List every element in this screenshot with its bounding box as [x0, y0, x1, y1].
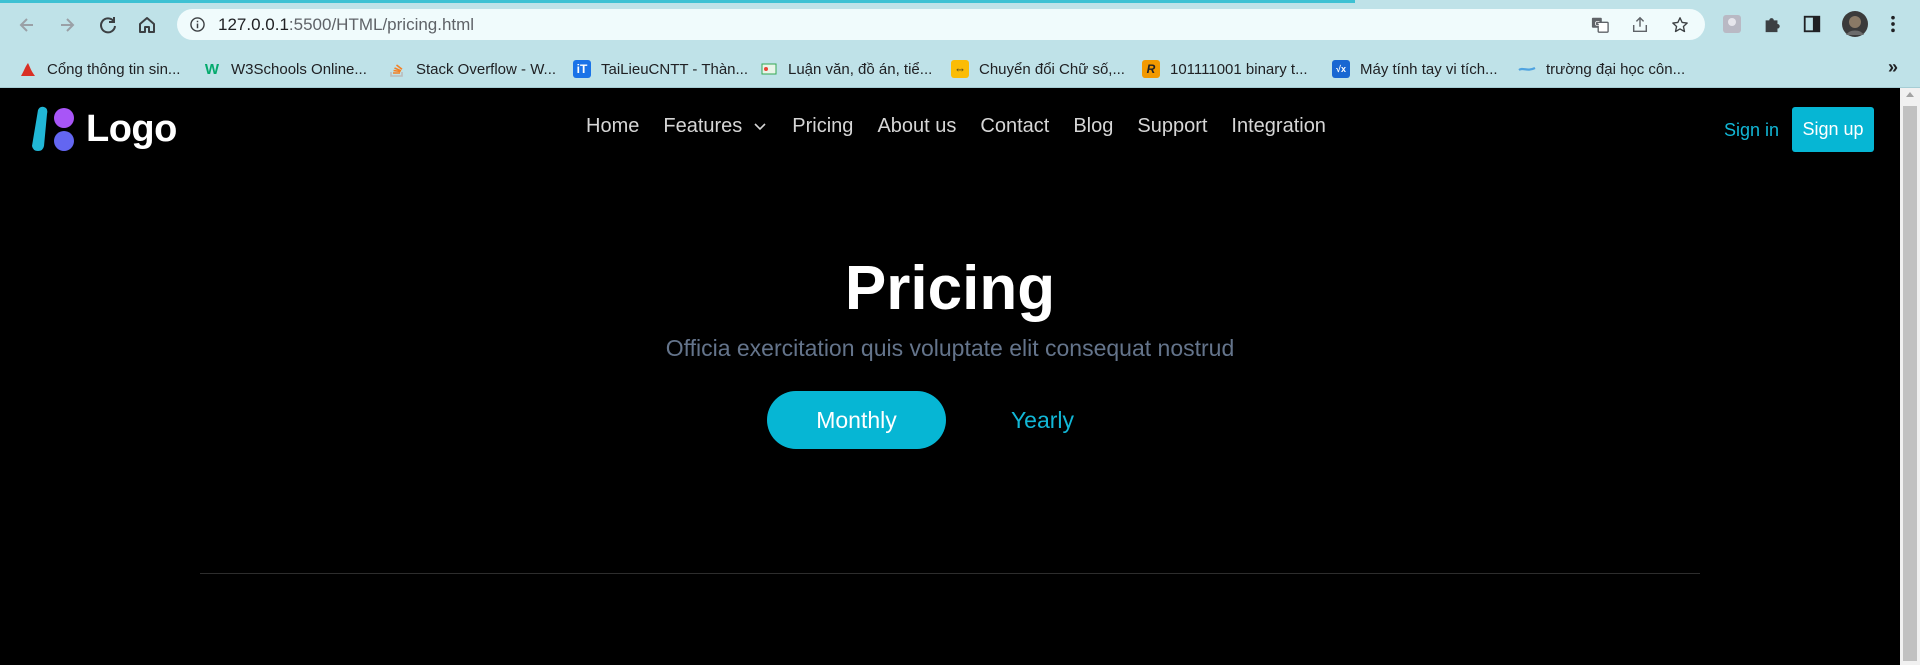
nav-home[interactable]: Home — [586, 115, 639, 138]
kebab-menu-icon — [1891, 15, 1895, 33]
scroll-up-arrow-icon[interactable] — [1906, 92, 1914, 97]
monthly-toggle-button[interactable]: Monthly — [767, 391, 946, 449]
page-scrollbar[interactable] — [1900, 88, 1920, 665]
logo-mark-icon — [32, 106, 74, 151]
url-text[interactable]: 127.0.0.1:5500/HTML/pricing.html — [218, 15, 474, 35]
sign-up-button[interactable]: Sign up — [1792, 107, 1874, 152]
bookmark-label: Stack Overflow - W... — [416, 60, 557, 78]
stackoverflow-icon — [388, 60, 406, 78]
yearly-toggle-button[interactable]: Yearly — [965, 391, 1120, 449]
url-host: 127.0.0.1 — [218, 15, 289, 34]
share-icon — [1632, 16, 1648, 33]
page-title: Pricing — [844, 254, 1056, 323]
nav-features-label: Features — [663, 114, 743, 137]
back-button[interactable] — [14, 12, 40, 38]
bookmark-item[interactable]: √x Máy tính tay vi tích... — [1332, 59, 1498, 79]
w3schools-icon: W — [204, 60, 220, 78]
bookmark-star-button[interactable] — [1670, 15, 1690, 35]
bookmark-item[interactable]: iT TaiLieuCNTT - Thàn... — [573, 59, 748, 79]
bookmark-item[interactable]: Cổng thông tin sin... — [19, 59, 180, 79]
nav-integration[interactable]: Integration — [1231, 115, 1326, 138]
page-subtitle: Officia exercitation quis voluptate elit… — [665, 335, 1235, 361]
star-icon — [1672, 17, 1688, 33]
share-button[interactable] — [1630, 15, 1650, 35]
puzzle-icon — [1765, 18, 1780, 33]
bookmark-label: TaiLieuCNTT - Thàn... — [601, 60, 749, 78]
calculator-icon: √x — [1332, 60, 1350, 78]
nav-about-us[interactable]: About us — [877, 115, 956, 138]
bookmark-label: Chuyển đổi Chữ số,... — [979, 60, 1125, 78]
bookmark-label: 101111001 binary t... — [1170, 60, 1308, 78]
bookmark-label: Luận văn, đồ án, tiể... — [788, 60, 933, 78]
side-panel-icon — [1803, 15, 1821, 33]
document-icon — [760, 60, 778, 78]
bookmark-item[interactable]: Stack Overflow - W... — [388, 59, 556, 79]
bookmark-item[interactable]: R 101111001 binary t... — [1142, 59, 1308, 79]
reload-button[interactable] — [95, 12, 121, 38]
bookmark-label: Máy tính tay vi tích... — [1360, 60, 1498, 78]
side-panel-button[interactable] — [1801, 13, 1823, 35]
bookmark-label: W3Schools Online... — [231, 60, 367, 78]
scrollbar-thumb[interactable] — [1903, 106, 1917, 661]
extension-profile-button[interactable] — [1721, 13, 1743, 35]
bookmark-item[interactable]: ⇔ Chuyển đổi Chữ số,... — [951, 59, 1125, 79]
avatar-icon — [1842, 11, 1868, 37]
extension-avatar-icon — [1723, 15, 1741, 33]
bookmark-item[interactable]: trường đại học côn... — [1518, 59, 1685, 79]
translate-button[interactable]: G — [1590, 15, 1610, 35]
bookmark-item[interactable]: Luận văn, đồ án, tiể... — [760, 59, 932, 79]
profile-avatar[interactable] — [1842, 11, 1868, 37]
rapidtables-icon: R — [1142, 60, 1160, 78]
home-icon — [139, 17, 155, 33]
main-navigation: Home Features Pricing About us Contact B… — [586, 112, 1350, 140]
nav-support[interactable]: Support — [1137, 115, 1207, 138]
chevron-down-icon — [754, 123, 766, 131]
bookmark-label: trường đại học côn... — [1546, 60, 1686, 78]
converter-icon: ⇔ — [951, 60, 969, 78]
site-logo[interactable]: Logo — [30, 104, 177, 154]
link-icon — [1518, 60, 1536, 78]
tab-loading-bar — [0, 0, 1355, 3]
section-divider — [200, 573, 1700, 574]
reload-icon — [100, 17, 116, 34]
bookmarks-bar: Cổng thông tin sin... W W3Schools Online.… — [0, 49, 1920, 88]
arrow-left-icon — [19, 18, 33, 32]
extensions-button[interactable] — [1761, 13, 1783, 35]
logo-text: Logo — [86, 107, 177, 150]
svg-text:G: G — [1595, 19, 1601, 28]
nav-contact[interactable]: Contact — [980, 115, 1049, 138]
url-path: :5500/HTML/pricing.html — [288, 15, 475, 34]
nav-pricing[interactable]: Pricing — [792, 115, 853, 138]
more-bookmarks-button[interactable]: » — [1888, 57, 1898, 78]
bookmark-label: Cổng thông tin sin... — [47, 60, 181, 78]
forward-button[interactable] — [54, 12, 80, 38]
info-icon[interactable] — [190, 17, 205, 32]
university-icon — [19, 60, 37, 78]
translate-icon: G — [1591, 17, 1609, 33]
nav-blog[interactable]: Blog — [1073, 115, 1113, 138]
billing-period-toggle: Monthly Yearly — [767, 391, 1127, 449]
browser-toolbar: 127.0.0.1:5500/HTML/pricing.html G — [0, 0, 1920, 49]
address-bar[interactable]: 127.0.0.1:5500/HTML/pricing.html G — [177, 9, 1705, 40]
arrow-right-icon — [61, 18, 75, 32]
tailieu-icon: iT — [573, 60, 591, 78]
browser-menu-button[interactable] — [1882, 13, 1904, 35]
page-viewport: Logo Home Features Pricing About us Cont… — [0, 88, 1900, 665]
nav-features[interactable]: Features — [663, 115, 768, 138]
home-button[interactable] — [134, 12, 160, 38]
sign-in-link[interactable]: Sign in — [1724, 120, 1779, 141]
bookmark-item[interactable]: W W3Schools Online... — [203, 59, 367, 79]
